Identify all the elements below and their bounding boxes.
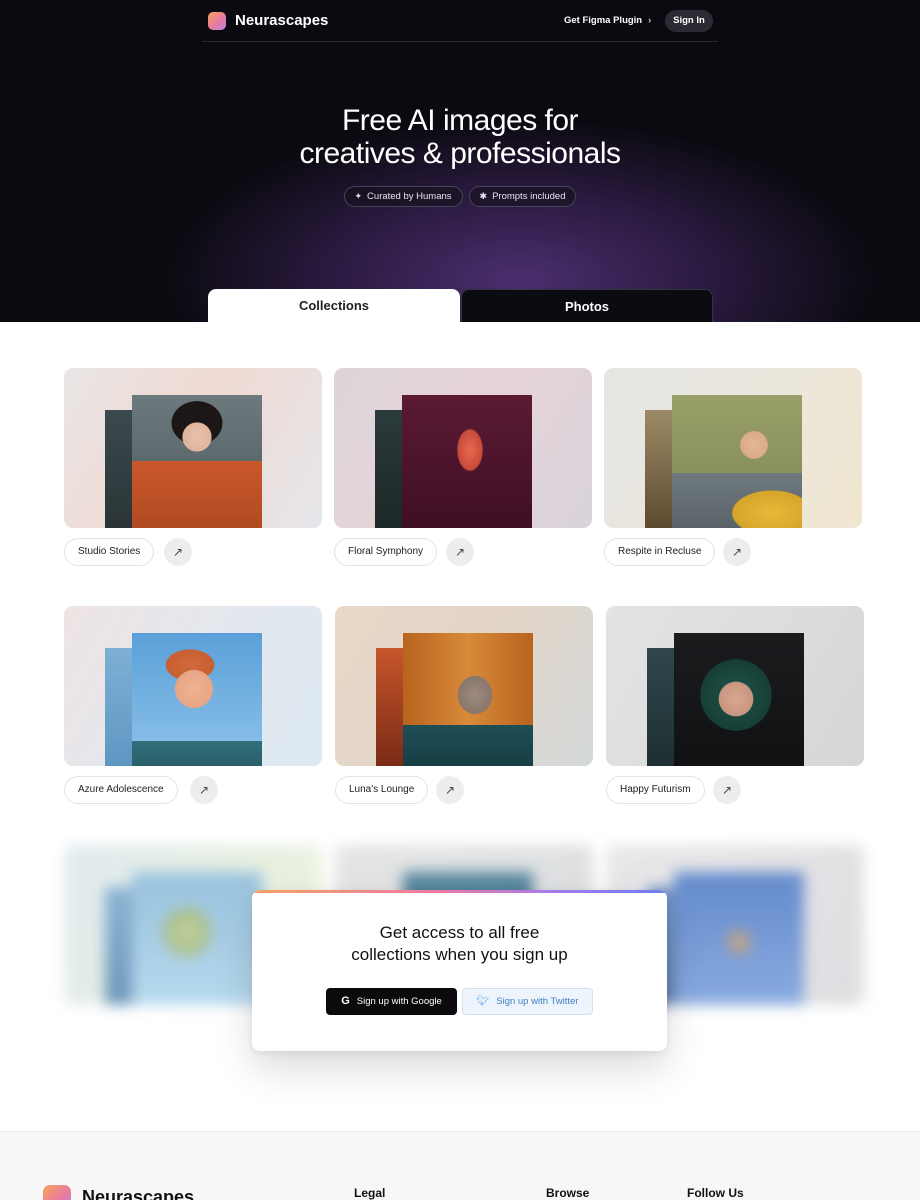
portrait-red-haired-boy-image (132, 633, 262, 766)
asterisk-icon: ✱ (479, 191, 488, 201)
collection-thumbnail[interactable] (604, 368, 862, 528)
signup-twitter-label: Sign up with Twitter (496, 996, 579, 1007)
figma-plugin-link[interactable]: Get Figma Plugin › (564, 15, 651, 26)
collection-label-pill[interactable]: Luna's Lounge (335, 776, 429, 804)
woman-in-space-helmet-image (674, 633, 804, 766)
red-flower-image (402, 395, 532, 528)
chip-curated: ✦ Curated by Humans (343, 186, 463, 207)
hero-headline: Free AI images for creatives & professio… (0, 104, 920, 170)
collection-label-pill[interactable]: Respite in Recluse (604, 538, 716, 566)
blurred-photo (132, 872, 262, 1005)
tab-photos[interactable]: Photos (461, 289, 713, 322)
arrow-up-right-icon[interactable]: ↗ (436, 776, 464, 804)
hero-headline-line1: Free AI images for (341, 104, 579, 137)
brand-name[interactable]: Neurascapes (235, 12, 328, 29)
collection-thumbnail[interactable] (606, 606, 864, 766)
figma-plugin-label: Get Figma Plugin (564, 15, 643, 26)
arrow-up-right-icon[interactable]: ↗ (190, 776, 218, 804)
signup-google-label: Sign up with Google (356, 996, 442, 1007)
twitter-bird-icon: 🐦︎ (476, 996, 490, 1007)
chip-curated-label: Curated by Humans (367, 191, 452, 202)
collection-label-pill[interactable]: Happy Futurism (606, 776, 705, 804)
chip-prompts-label: Prompts included (492, 191, 566, 202)
arrow-up-right-icon[interactable]: ↗ (723, 538, 751, 566)
arrow-up-right-icon[interactable]: ↗ (713, 776, 741, 804)
top-navigation: Neurascapes Get Figma Plugin › Sign In (202, 0, 718, 42)
collection-label-pill[interactable]: Azure Adolescence (64, 776, 178, 804)
footer-heading-legal: Legal (354, 1186, 386, 1200)
signup-modal: Get access to all free collections when … (252, 890, 667, 1051)
chevron-right-icon: › (648, 15, 652, 26)
signup-title-line1: Get access to all free (379, 923, 540, 942)
chip-prompts: ✱ Prompts included (468, 186, 577, 207)
collection-label-pill[interactable]: Floral Symphony (334, 538, 438, 566)
modal-gradient-bar (252, 890, 667, 893)
signup-twitter-button[interactable]: 🐦︎ Sign up with Twitter (462, 988, 593, 1015)
man-resting-on-pillow-image (672, 395, 802, 528)
brand-logo-icon[interactable] (208, 12, 226, 30)
footer-heading-follow-us: Follow Us (687, 1186, 744, 1200)
footer: Neurascapes Legal Browse Follow Us (0, 1131, 920, 1200)
portrait-woman-orange-sweater-image (132, 395, 262, 528)
collection-thumbnail[interactable] (64, 606, 322, 766)
tab-collections[interactable]: Collections (208, 289, 460, 322)
footer-brand-name[interactable]: Neurascapes (82, 1187, 194, 1200)
footer-heading-browse: Browse (546, 1186, 590, 1200)
google-icon: G (341, 995, 350, 1007)
collection-label-pill[interactable]: Studio Stories (64, 538, 155, 566)
arrow-up-right-icon[interactable]: ↗ (164, 538, 192, 566)
collection-thumbnail[interactable] (334, 368, 592, 528)
signup-google-button[interactable]: G Sign up with Google (326, 988, 457, 1015)
collection-thumbnail[interactable] (335, 606, 593, 766)
hero-section: Neurascapes Get Figma Plugin › Sign In Fr… (0, 0, 920, 322)
footer-brand-logo-icon[interactable] (43, 1185, 71, 1200)
hero-headline-line2: creatives & professionals (299, 137, 622, 170)
signup-title-line2: collections when you sign up (351, 945, 568, 964)
collection-thumbnail[interactable] (64, 368, 322, 528)
hero-feature-chips: ✦ Curated by Humans ✱ Prompts included (0, 186, 920, 207)
arrow-up-right-icon[interactable]: ↗ (446, 538, 474, 566)
sparkle-icon: ✦ (354, 191, 363, 201)
dog-on-sofa-image (403, 633, 533, 766)
blurred-photo (674, 872, 804, 1005)
blurred-label (64, 1015, 164, 1043)
sign-in-button[interactable]: Sign In (665, 10, 713, 32)
signup-modal-title: Get access to all free collections when … (252, 922, 667, 966)
